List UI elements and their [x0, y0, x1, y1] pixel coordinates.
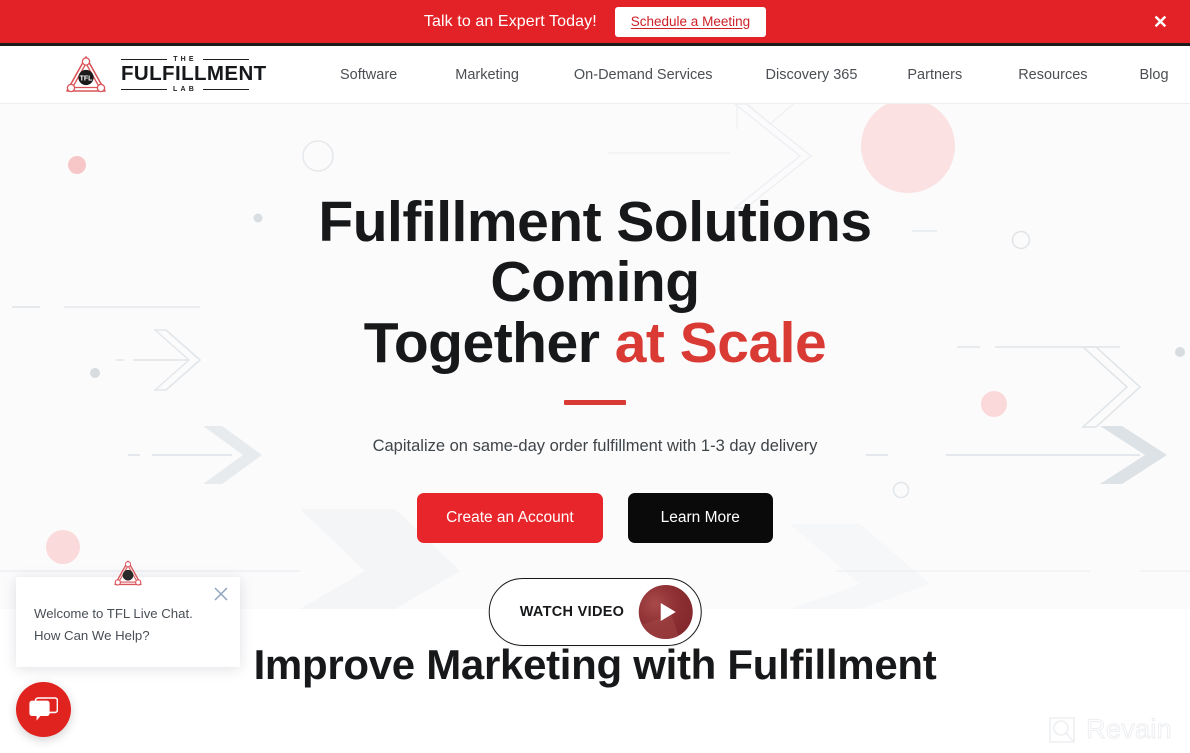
- watch-video-label: WATCH VIDEO: [519, 604, 625, 620]
- hero-subtitle: Capitalize on same-day order fulfillment…: [372, 437, 818, 456]
- close-icon[interactable]: [213, 586, 229, 602]
- play-icon: [660, 603, 676, 621]
- site-header: TFL THE FULFILLMENT LAB Software Marketi…: [0, 46, 1190, 104]
- tfl-logo-icon: TFL: [66, 55, 106, 92]
- nav-item-partners[interactable]: Partners: [907, 61, 962, 89]
- nav-item-software[interactable]: Software: [340, 61, 397, 89]
- hero-title-line1: Fulfillment Solutions Coming: [318, 190, 872, 315]
- watch-video-wrapper: WATCH VIDEO: [488, 578, 702, 646]
- nav-item-on-demand-services[interactable]: On-Demand Services: [574, 61, 713, 89]
- logo-wordmark: THE FULFILLMENT LAB: [121, 56, 267, 93]
- nav-item-blog[interactable]: Blog: [1140, 61, 1169, 89]
- nav-item-marketing[interactable]: Marketing: [455, 61, 519, 89]
- video-thumbnail: [638, 585, 693, 639]
- nav-item-resources[interactable]: Resources: [1018, 61, 1087, 89]
- page-title: Fulfillment Solutions Coming Together at…: [245, 192, 945, 373]
- chat-welcome-message: Welcome to TFL Live Chat. How Can We Hel…: [34, 606, 193, 644]
- hero-section: Fulfillment Solutions Coming Together at…: [0, 104, 1190, 609]
- chat-bubbles-icon: [29, 697, 58, 721]
- learn-more-button[interactable]: Learn More: [627, 493, 773, 544]
- logo-line-main: FULFILLMENT: [121, 62, 267, 86]
- main-navigation: Software Marketing On-Demand Services Di…: [340, 61, 1169, 89]
- hero-title-accent: at Scale: [614, 310, 827, 375]
- create-an-account-button[interactable]: Create an Account: [417, 493, 603, 544]
- logo[interactable]: TFL THE FULFILLMENT LAB: [64, 54, 267, 96]
- promo-banner-text: Talk to an Expert Today!: [423, 12, 597, 30]
- title-divider: [564, 400, 626, 406]
- hero-action-buttons: Create an Account Learn More: [0, 493, 1190, 544]
- close-icon[interactable]: ✕: [1153, 13, 1168, 31]
- chat-popup: Welcome to TFL Live Chat. How Can We Hel…: [16, 560, 240, 668]
- watch-video-button[interactable]: WATCH VIDEO: [488, 578, 702, 646]
- tfl-logo-icon: [114, 560, 142, 586]
- nav-item-discovery-365[interactable]: Discovery 365: [766, 61, 858, 89]
- schedule-a-meeting-label: Schedule a Meeting: [630, 13, 751, 29]
- revain-watermark-text: Revain: [1086, 714, 1173, 745]
- chat-launcher-button[interactable]: [16, 682, 71, 737]
- revain-logo-icon: [1049, 716, 1075, 743]
- hero-content: Fulfillment Solutions Coming Together at…: [0, 104, 1190, 544]
- svg-text:TFL: TFL: [80, 75, 94, 82]
- promo-banner: Talk to an Expert Today! Schedule a Meet…: [0, 0, 1190, 46]
- hero-title-line2: Together: [363, 310, 615, 375]
- revain-watermark: Revain: [1047, 714, 1172, 745]
- schedule-a-meeting-button[interactable]: Schedule a Meeting: [614, 6, 767, 37]
- logo-line-bottom: LAB: [173, 85, 197, 93]
